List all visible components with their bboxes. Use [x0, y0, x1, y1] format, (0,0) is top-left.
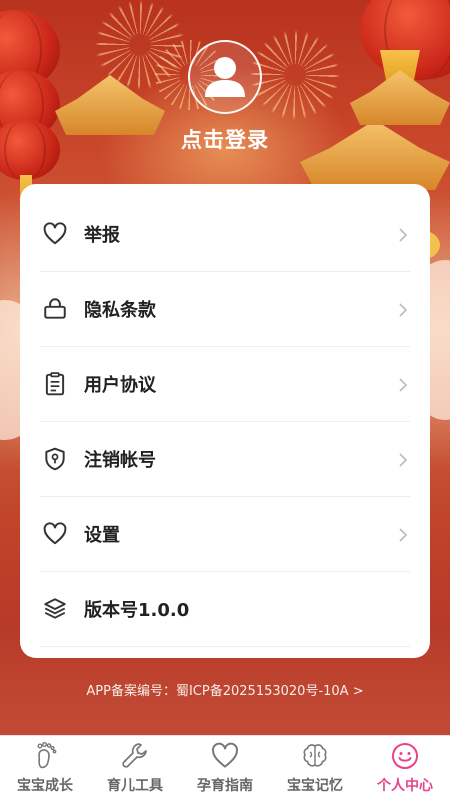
user-icon [205, 57, 245, 97]
version-label: 版本号1.0.0 [84, 600, 190, 621]
bottom-tab-bar: 宝宝成长 育儿工具 孕育指南 宝宝记忆 个人中心 [0, 735, 450, 800]
profile-header: 点击登录 [0, 40, 450, 154]
tab-label: 育儿工具 [107, 778, 163, 794]
heart-icon [40, 219, 70, 249]
tab-baby-growth[interactable]: 宝宝成长 [0, 736, 90, 800]
chevron-right-icon [396, 452, 410, 467]
tab-baby-memories[interactable]: 宝宝记忆 [270, 736, 360, 800]
avatar[interactable] [188, 40, 262, 114]
tab-label: 宝宝记忆 [287, 778, 343, 794]
smile-icon [390, 741, 420, 771]
menu-item-label: 注销帐号 [84, 450, 156, 471]
tab-parenting-tools[interactable]: 育儿工具 [90, 736, 180, 800]
chevron-right-icon [396, 302, 410, 317]
tab-pregnancy-guide[interactable]: 孕育指南 [180, 736, 270, 800]
tab-personal-center[interactable]: 个人中心 [360, 736, 450, 800]
login-link[interactable]: 点击登录 [0, 124, 450, 154]
menu-item-settings[interactable]: 设置 [40, 497, 410, 572]
lock-icon [40, 294, 70, 324]
tab-label: 宝宝成长 [17, 778, 73, 794]
menu-item-version: 版本号1.0.0 [40, 572, 410, 647]
menu-item-label: 隐私条款 [84, 300, 156, 321]
menu-item-report[interactable]: 举报 [40, 197, 410, 272]
menu-item-label: 用户协议 [84, 375, 156, 396]
chevron-right-icon [396, 527, 410, 542]
heart-icon [40, 519, 70, 549]
wrench-icon [120, 741, 150, 771]
layers-icon [40, 594, 70, 624]
menu-card: 举报 隐私条款 用户协议 注销帐号 设置 版本号1.0.0 [20, 184, 430, 658]
icp-registration-link[interactable]: APP备案编号：蜀ICP备2025153020号-10A > [0, 680, 450, 699]
shield-icon [40, 444, 70, 474]
menu-item-user-agreement[interactable]: 用户协议 [40, 347, 410, 422]
clipboard-icon [40, 369, 70, 399]
tab-label: 个人中心 [377, 778, 433, 794]
chevron-right-icon [396, 227, 410, 242]
menu-item-label: 举报 [84, 225, 120, 246]
menu-item-label: 设置 [84, 525, 120, 546]
heart-icon [210, 741, 240, 771]
menu-item-privacy[interactable]: 隐私条款 [40, 272, 410, 347]
tab-label: 孕育指南 [197, 778, 253, 794]
baby-foot-icon [30, 741, 60, 771]
menu-item-delete-account[interactable]: 注销帐号 [40, 422, 410, 497]
chevron-right-icon [396, 377, 410, 392]
brain-icon [300, 741, 330, 771]
